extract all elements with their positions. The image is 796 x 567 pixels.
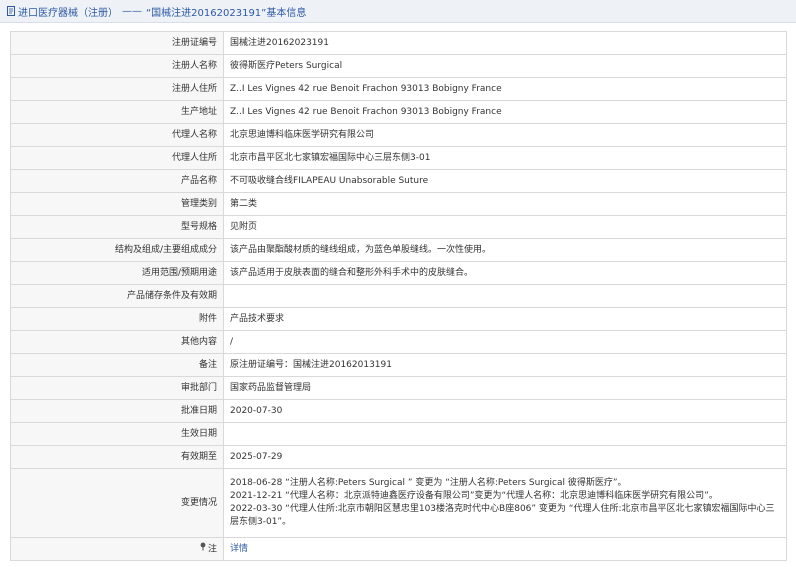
- row-label: 产品名称: [10, 169, 224, 193]
- change-entry: 2021-12-21 “代理人名称：北京派特迪鑫医疗设备有限公司”变更为“代理人…: [230, 491, 718, 501]
- changes-row: 变更情况 2018-06-28 “注册人名称:Peters Surgical ”…: [10, 468, 787, 538]
- table-row: 代理人名称 北京思迪博科临床医学研究有限公司: [10, 123, 787, 147]
- row-label: 管理类别: [10, 192, 224, 216]
- changes-value: 2018-06-28 “注册人名称:Peters Surgical ” 变更为 …: [223, 468, 787, 538]
- row-value: 北京思迪博科临床医学研究有限公司: [223, 123, 787, 147]
- table-row: 附件 产品技术要求: [10, 307, 787, 331]
- row-label: 注册人名称: [10, 54, 224, 78]
- row-value: 2020-07-30: [223, 399, 787, 423]
- row-label: 附件: [10, 307, 224, 331]
- table-row: 适用范围/预期用途 该产品适用于皮肤表面的缝合和整形外科手术中的皮肤缝合。: [10, 261, 787, 285]
- changes-label: 变更情况: [10, 468, 224, 538]
- title-separator: ——: [122, 5, 142, 17]
- row-label: 审批部门: [10, 376, 224, 400]
- note-label-cell: 注: [10, 537, 224, 561]
- row-label: 结构及组成/主要组成成分: [10, 238, 224, 262]
- row-value: 产品技术要求: [223, 307, 787, 331]
- table-row: 产品储存条件及有效期: [10, 284, 787, 308]
- row-label: 有效期至: [10, 445, 224, 469]
- page-header: 进口医疗器械（注册） —— “国械注进20162023191”基本信息: [0, 0, 796, 23]
- table-row: 生产地址 Z..I Les Vignes 42 rue Benoit Fracho…: [10, 100, 787, 124]
- change-entry: 2022-03-30 “代理人住所:北京市朝阳区慧忠里103楼洛克时代中心B座8…: [230, 504, 775, 527]
- row-label: 型号规格: [10, 215, 224, 239]
- table-row: 注册人住所 Z..I Les Vignes 42 rue Benoit Frach…: [10, 77, 787, 101]
- row-label: 注册人住所: [10, 77, 224, 101]
- row-label: 备注: [10, 353, 224, 377]
- row-value: Z..I Les Vignes 42 rue Benoit Frachon 93…: [223, 77, 787, 101]
- row-label: 产品储存条件及有效期: [10, 284, 224, 308]
- row-label: 其他内容: [10, 330, 224, 354]
- table-row: 其他内容 /: [10, 330, 787, 354]
- table-row: 注册人名称 彼得斯医疗Peters Surgical: [10, 54, 787, 78]
- document-icon[interactable]: [6, 6, 16, 16]
- row-value: [223, 284, 787, 308]
- table-row: 产品名称 不可吸收缝合线FILAPEAU Unabsorable Suture: [10, 169, 787, 193]
- row-value: 2025-07-29: [223, 445, 787, 469]
- table-row: 结构及组成/主要组成成分 该产品由聚酯酸材质的缝线组成，为蓝色单股缝线。一次性使用…: [10, 238, 787, 262]
- table-row: 有效期至 2025-07-29: [10, 445, 787, 469]
- table-row: 注册证编号 国械注进20162023191: [10, 31, 787, 55]
- row-label: 代理人名称: [10, 123, 224, 147]
- row-label: 生效日期: [10, 422, 224, 446]
- row-value: 该产品适用于皮肤表面的缝合和整形外科手术中的皮肤缝合。: [223, 261, 787, 285]
- row-label: 代理人住所: [10, 146, 224, 170]
- info-table: 注册证编号 国械注进20162023191 注册人名称 彼得斯医疗Peters Su…: [10, 31, 787, 561]
- row-value: 北京市昌平区北七家镇宏福国际中心三层东侧3-01: [223, 146, 787, 170]
- pin-icon: [199, 542, 207, 556]
- note-label: 注: [207, 544, 217, 555]
- row-value: Z..I Les Vignes 42 rue Benoit Frachon 93…: [223, 100, 787, 124]
- row-value: 不可吸收缝合线FILAPEAU Unabsorable Suture: [223, 169, 787, 193]
- row-label: 注册证编号: [10, 31, 224, 55]
- table-row: 管理类别 第二类: [10, 192, 787, 216]
- table-row: 代理人住所 北京市昌平区北七家镇宏福国际中心三层东侧3-01: [10, 146, 787, 170]
- table-row: 型号规格 见附页: [10, 215, 787, 239]
- page-title-main: 进口医疗器械（注册）: [18, 7, 118, 19]
- info-panel: 注册证编号 国械注进20162023191 注册人名称 彼得斯医疗Peters Su…: [10, 31, 787, 561]
- row-value: 彼得斯医疗Peters Surgical: [223, 54, 787, 78]
- page-title-sub: “国械注进20162023191”基本信息: [146, 7, 307, 19]
- row-label: 适用范围/预期用途: [10, 261, 224, 285]
- table-row: 备注 原注册证编号：国械注进20162013191: [10, 353, 787, 377]
- table-row: 审批部门 国家药品监督管理局: [10, 376, 787, 400]
- note-row: 注 详情: [10, 537, 787, 561]
- details-link[interactable]: 详情: [230, 544, 248, 554]
- note-value: 详情: [223, 537, 787, 561]
- row-value: 国械注进20162023191: [223, 31, 787, 55]
- row-value: /: [223, 330, 787, 354]
- row-value: 国家药品监督管理局: [223, 376, 787, 400]
- row-value: [223, 422, 787, 446]
- row-label: 批准日期: [10, 399, 224, 423]
- row-value: 原注册证编号：国械注进20162013191: [223, 353, 787, 377]
- row-value: 见附页: [223, 215, 787, 239]
- row-value: 该产品由聚酯酸材质的缝线组成，为蓝色单股缝线。一次性使用。: [223, 238, 787, 262]
- table-row: 生效日期: [10, 422, 787, 446]
- table-row: 批准日期 2020-07-30: [10, 399, 787, 423]
- row-value: 第二类: [223, 192, 787, 216]
- row-label: 生产地址: [10, 100, 224, 124]
- change-entry: 2018-06-28 “注册人名称:Peters Surgical ” 变更为 …: [230, 478, 627, 488]
